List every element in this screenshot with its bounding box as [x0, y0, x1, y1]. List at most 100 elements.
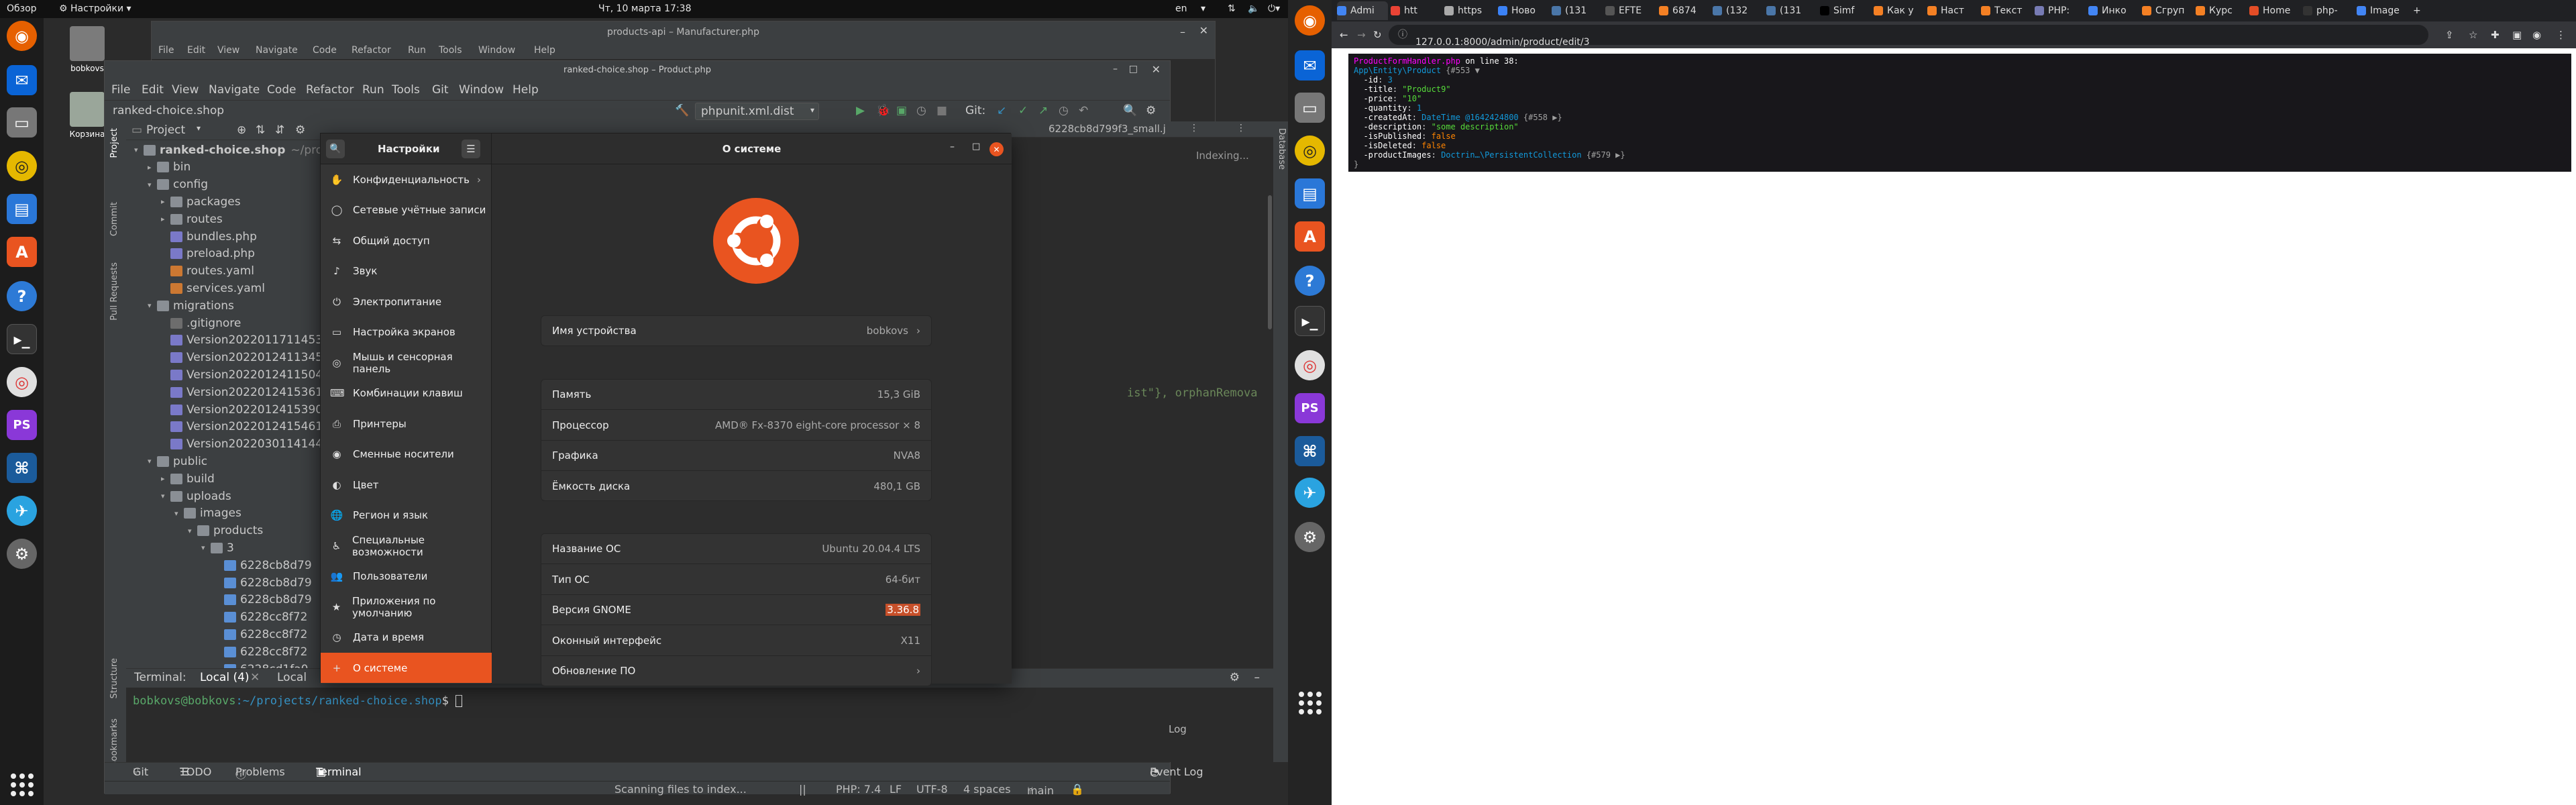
- settings-nav-item[interactable]: 👥 Пользователи: [321, 561, 492, 592]
- browser-menu-icon[interactable]: ⋮: [2556, 29, 2566, 41]
- chevron-right-icon[interactable]: ▸: [161, 215, 170, 223]
- terminal-prompt[interactable]: bobkovs@bobkovs:~/projects/ranked-choice…: [133, 694, 463, 708]
- settings-nav-item[interactable]: ♪ Звук: [321, 256, 492, 286]
- browser-tab[interactable]: 6874: [1659, 1, 1710, 20]
- settings-icon[interactable]: ⚙: [1295, 522, 1325, 552]
- terminal-icon[interactable]: ▸_: [7, 324, 37, 354]
- browser-tab[interactable]: (131: [1766, 1, 1817, 20]
- writer-icon[interactable]: ▤: [1295, 178, 1325, 209]
- dump-object-id[interactable]: {#553 ▼: [1446, 66, 1480, 75]
- tree-file[interactable]: Version2022012411504: [161, 366, 323, 383]
- menu-view[interactable]: View: [217, 45, 239, 56]
- tree-file[interactable]: Version2022012415390: [161, 401, 323, 418]
- dbeaver-icon[interactable]: ⌘: [7, 453, 37, 483]
- telegram-icon[interactable]: ✈: [1295, 478, 1325, 508]
- back-icon[interactable]: ←: [1340, 29, 1348, 41]
- software-icon[interactable]: A: [7, 237, 37, 267]
- menu-file[interactable]: File: [158, 45, 174, 56]
- code-line[interactable]: ist"}, orphanRemova: [1127, 386, 1257, 400]
- show-apps-icon[interactable]: [7, 769, 37, 800]
- menu-git[interactable]: Git: [432, 83, 449, 97]
- chevron-down-icon[interactable]: ▾: [188, 527, 197, 535]
- menu-view[interactable]: View: [172, 83, 199, 97]
- tool-tab-project[interactable]: Project: [109, 128, 119, 158]
- tree-file[interactable]: 6228cc8f72: [215, 643, 307, 660]
- chevron-right-icon[interactable]: ▸: [148, 163, 157, 172]
- menu-navigate[interactable]: Navigate: [256, 45, 298, 56]
- settings-gear-icon[interactable]: ⚙: [1230, 671, 1240, 684]
- lock-icon[interactable]: 🔒: [1071, 783, 1084, 796]
- tree-folder[interactable]: ▾ ranked-choice.shop ~/proje: [134, 142, 333, 158]
- git-rollback-icon[interactable]: ↶: [1079, 104, 1088, 117]
- menu-edit[interactable]: Edit: [187, 45, 205, 56]
- more-tabs-icon[interactable]: ⋮: [1236, 123, 1246, 133]
- pause-icon[interactable]: ||: [799, 783, 806, 796]
- search-icon[interactable]: 🔍: [326, 140, 345, 158]
- tree-folder[interactable]: ▾ 3: [201, 539, 234, 556]
- menu-help[interactable]: Help: [534, 45, 555, 56]
- writer-icon[interactable]: ▤: [7, 194, 37, 224]
- tree-file[interactable]: .gitignore: [161, 315, 241, 331]
- log-tab[interactable]: Log: [1169, 723, 1187, 735]
- settings-nav-item[interactable]: ✋ Конфиденциальность ›: [321, 164, 492, 195]
- forward-icon[interactable]: →: [1357, 29, 1366, 41]
- tool-tab-pull-requests[interactable]: Pull Requests: [109, 262, 119, 321]
- files-icon[interactable]: ▭: [1295, 93, 1325, 123]
- reading-list-icon[interactable]: ▣: [2512, 29, 2522, 41]
- settings-nav-item[interactable]: ◐ Цвет: [321, 470, 492, 500]
- browser-tab[interactable]: Simf: [1820, 1, 1871, 20]
- var-dump-output[interactable]: ProductFormHandler.php on line 38: App\E…: [1348, 54, 2571, 172]
- show-apps-icon[interactable]: [1295, 688, 1325, 718]
- tree-file[interactable]: Version2022012415461: [161, 419, 323, 435]
- editor-scrollbar[interactable]: [1268, 195, 1272, 329]
- tree-file[interactable]: Version2022011711453: [161, 332, 323, 349]
- browser-tab[interactable]: php-: [2303, 1, 2354, 20]
- tree-folder[interactable]: ▸ packages: [161, 193, 241, 210]
- browser-tab[interactable]: EFTE: [1605, 1, 1656, 20]
- network-icon[interactable]: ⇅: [1228, 3, 1236, 14]
- info-icon[interactable]: ⓘ: [1398, 25, 1407, 45]
- close-icon[interactable]: ✕: [989, 142, 1004, 156]
- settings-nav-item[interactable]: ◎ Мышь и сенсорная панель: [321, 347, 492, 378]
- menu-edit[interactable]: Edit: [142, 83, 164, 97]
- file-encoding[interactable]: UTF-8: [916, 783, 948, 796]
- browser-tab[interactable]: https: [1444, 1, 1495, 20]
- browser-tab[interactable]: (131: [1552, 1, 1603, 20]
- tree-folder[interactable]: ▾ uploads: [161, 488, 231, 504]
- device-name-row[interactable]: Имя устройства bobkovs ›: [541, 316, 931, 346]
- chevron-down-icon[interactable]: ▾: [174, 509, 184, 518]
- profile-avatar[interactable]: ◉: [2532, 29, 2541, 41]
- tree-file[interactable]: 6228cb8d79: [215, 592, 312, 608]
- close-icon[interactable]: ✕: [1199, 24, 1208, 37]
- settings-nav-item[interactable]: 🌐 Регион и язык: [321, 500, 492, 531]
- expand-icon[interactable]: ⇵: [275, 123, 284, 137]
- chevron-down-icon[interactable]: ▾: [148, 301, 157, 310]
- project-view-selector[interactable]: Project: [146, 123, 185, 137]
- chevron-down-icon[interactable]: ▾: [148, 180, 157, 189]
- tree-folder[interactable]: ▸ routes: [161, 211, 223, 227]
- terminal-tab-local[interactable]: Local: [277, 671, 307, 684]
- settings-nav-item[interactable]: + О системе: [321, 653, 492, 683]
- tree-file[interactable]: 6228cc8f72: [215, 609, 307, 626]
- tool-tab-bookmarks[interactable]: Bookmarks: [109, 718, 119, 767]
- collapse-all-icon[interactable]: ⇅: [256, 123, 265, 137]
- tree-folder[interactable]: ▸ build: [161, 470, 215, 487]
- tree-file[interactable]: Version2022012415361: [161, 384, 323, 400]
- chevron-right-icon[interactable]: ▸: [161, 474, 170, 483]
- terminal-tab-local-4[interactable]: Local (4): [200, 671, 250, 684]
- settings-nav-item[interactable]: ▭ Настройка экранов: [321, 317, 492, 347]
- minimize-icon[interactable]: –: [1113, 64, 1118, 74]
- close-tab-icon[interactable]: ✕: [250, 671, 260, 684]
- tree-file[interactable]: 6228cb8d79: [215, 574, 312, 591]
- phpstorm-icon[interactable]: PS: [1295, 393, 1325, 423]
- chevron-right-icon[interactable]: ▸: [161, 197, 170, 206]
- tool-tab-structure[interactable]: Structure: [109, 658, 119, 698]
- settings-nav-item[interactable]: ⎙ Принтеры: [321, 409, 492, 439]
- settings-nav-item[interactable]: ◯ Сетевые учётные записи: [321, 195, 492, 225]
- tree-file[interactable]: 6228cc8f72: [215, 626, 307, 643]
- coverage-icon[interactable]: ▣: [896, 104, 907, 117]
- help-icon[interactable]: ?: [7, 281, 37, 311]
- volume-icon[interactable]: 🔈: [1248, 3, 1259, 14]
- firefox-icon[interactable]: ◉: [1295, 5, 1325, 36]
- tab-menu-icon[interactable]: ⋮: [1189, 123, 1199, 133]
